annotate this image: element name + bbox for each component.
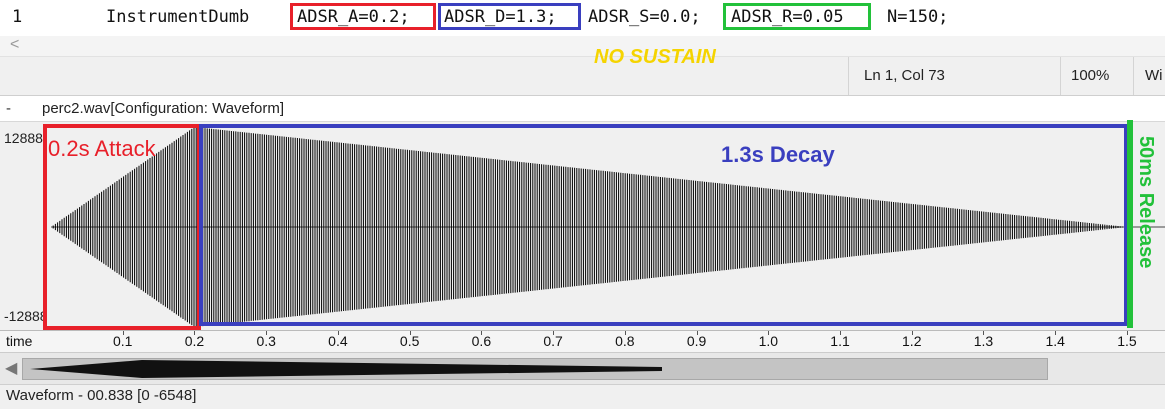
time-axis-label: time	[6, 333, 33, 349]
decay-region-box	[199, 124, 1128, 326]
release-annotation: 50ms Release	[1135, 136, 1157, 269]
time-tick-label: 0.6	[471, 333, 492, 349]
scroll-left-arrow-icon[interactable]: <	[10, 36, 19, 54]
status-separator	[1060, 57, 1061, 95]
y-min-label: -12888	[4, 308, 48, 324]
y-max-label: 12888	[4, 130, 43, 146]
time-axis: time 0.1 0.2 0.3 0.4 0.5 0.6 0.7 0.8 0.9 1.0 1.1 1.…	[0, 330, 1165, 353]
time-tick-label: 0.3	[256, 333, 276, 349]
collapse-marker[interactable]: -	[6, 100, 11, 117]
line-number: 1	[12, 7, 23, 27]
adsr-a-param: ADSR_A=0.2;	[297, 7, 410, 27]
time-tick-label: 1.0	[758, 333, 779, 349]
footer-text: Waveform - 00.838 [0 -6548]	[6, 387, 197, 404]
editor-line[interactable]: 1 InstrumentDumb ADSR_A=0.2; ADSR_D=1.3;…	[0, 0, 1165, 36]
status-separator	[1133, 57, 1134, 95]
time-tick-label: 1.1	[830, 333, 850, 349]
time-tick-label: 0.5	[399, 333, 420, 349]
zoom-level[interactable]: 100%	[1071, 67, 1109, 84]
status-bar: Ln 1, Col 73 100% Wi	[0, 56, 1165, 96]
overview-left-arrow-icon[interactable]: ◀	[5, 358, 17, 378]
n-param: N=150;	[887, 7, 949, 27]
status-footer: Waveform - 00.838 [0 -6548]	[0, 384, 1165, 409]
time-tick-label: 1.4	[1045, 333, 1065, 349]
attack-annotation: 0.2s Attack	[48, 136, 156, 161]
overview-waveform-icon	[30, 360, 662, 378]
status-separator	[848, 57, 849, 95]
time-tick-label: 1.2	[902, 333, 922, 349]
time-tick-label: 0.9	[686, 333, 707, 349]
release-marker	[1127, 120, 1133, 328]
time-tick-label: 0.1	[112, 333, 133, 349]
decay-annotation: 1.3s Decay	[721, 142, 835, 167]
adsr-r-param: ADSR_R=0.05	[731, 7, 844, 27]
adsr-s-param: ADSR_S=0.0;	[588, 7, 701, 27]
waveform-title: perc2.wav[Configuration: Waveform]	[42, 100, 285, 117]
instrument-name: InstrumentDumb	[106, 7, 250, 27]
editor-horizontal-scrollbar[interactable]: <	[0, 36, 1165, 56]
time-tick-label: 0.2	[184, 333, 205, 349]
time-tick-label: 0.8	[615, 333, 635, 349]
overview-scrollbar[interactable]: ◀	[0, 352, 1165, 385]
cursor-position: Ln 1, Col 73	[864, 67, 945, 84]
line-ending[interactable]: Wi	[1145, 67, 1163, 84]
time-tick-label: 1.5	[1117, 333, 1137, 349]
waveform-plot[interactable]: 12888 -12888 0.2s Attack 1.3s Decay 50ms…	[0, 120, 1165, 330]
time-tick-label: 0.7	[543, 333, 563, 349]
waveform-panel-header: - perc2.wav[Configuration: Waveform]	[0, 97, 1165, 122]
time-tick-label: 0.4	[328, 333, 348, 349]
adsr-d-param: ADSR_D=1.3;	[444, 7, 557, 27]
no-sustain-annotation: NO SUSTAIN	[594, 46, 716, 68]
time-tick-label: 1.3	[973, 333, 994, 349]
